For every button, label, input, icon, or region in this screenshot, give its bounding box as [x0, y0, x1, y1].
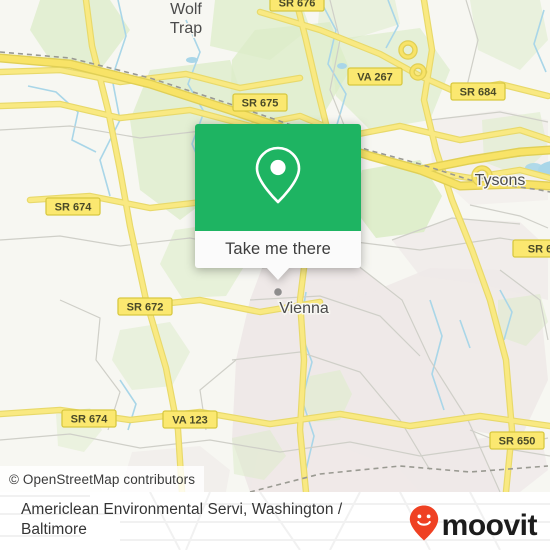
place-label-tysons: Tysons — [475, 172, 526, 189]
shield-sr-674-south: SR 674 — [61, 409, 117, 428]
place-label-vienna: Vienna — [279, 300, 329, 317]
map-attribution[interactable]: © OpenStreetMap contributors — [0, 466, 205, 492]
svg-text:VA 267: VA 267 — [357, 72, 392, 84]
location-title: Americlean Environmental Servi, Washingt… — [21, 501, 343, 538]
shield-sr-684: SR 684 — [450, 82, 506, 101]
moovit-wordmark: moovit — [441, 508, 538, 542]
popup-header — [195, 124, 361, 231]
place-label-wolf-trap-line1: Wolf — [170, 1, 202, 18]
svg-text:SR 674: SR 674 — [55, 202, 93, 214]
svg-text:SR 672: SR 672 — [127, 302, 164, 314]
attribution-text: © OpenStreetMap contributors — [9, 471, 196, 487]
place-label-wolf-trap-line2: Trap — [170, 20, 202, 37]
shield-sr-676: SR 676 — [269, 0, 325, 12]
moovit-map-screenshot: Wolf Trap Tysons Vienna SR 676 VA 267 SR… — [0, 0, 550, 550]
moovit-pin-icon — [408, 504, 440, 547]
svg-text:VA 123: VA 123 — [172, 415, 207, 427]
svg-text:SR 6: SR 6 — [528, 244, 550, 256]
svg-text:SR 674: SR 674 — [71, 414, 109, 426]
shield-va-123: VA 123 — [162, 410, 218, 429]
footer-bar: Americlean Environmental Servi, Washingt… — [0, 492, 550, 550]
shield-sr-674-north: SR 674 — [45, 197, 101, 216]
svg-text:SR 684: SR 684 — [460, 87, 498, 99]
shield-sr-650: SR 650 — [489, 431, 545, 450]
svg-text:SR 650: SR 650 — [499, 436, 536, 448]
location-popup[interactable]: Take me there — [195, 124, 361, 280]
shield-sr-675: SR 675 — [232, 93, 288, 112]
popup-pointer-arrow — [266, 267, 290, 280]
moovit-logo[interactable]: moovit — [408, 504, 538, 547]
svg-text:SR 675: SR 675 — [242, 98, 279, 110]
shield-sr-672: SR 672 — [117, 297, 173, 316]
take-me-there-button[interactable]: Take me there — [195, 231, 361, 268]
svg-text:SR 676: SR 676 — [279, 0, 316, 10]
shield-sr-6-east: SR 6 — [512, 239, 550, 258]
take-me-there-label: Take me there — [225, 240, 331, 258]
map-pin-icon — [250, 144, 306, 211]
shield-va-267: VA 267 — [347, 67, 403, 86]
place-dot-vienna — [274, 288, 282, 296]
